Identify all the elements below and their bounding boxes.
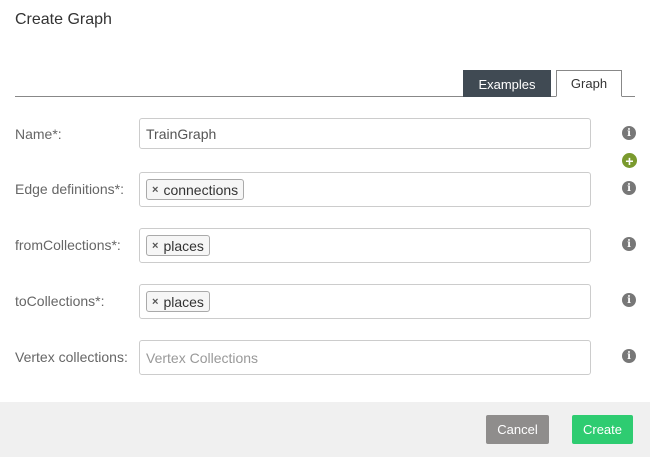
tag: × places [146, 291, 210, 312]
cancel-button[interactable]: Cancel [486, 415, 549, 444]
tag-label: connections [163, 181, 239, 198]
info-icon[interactable]: i [622, 181, 636, 195]
tab-bar: Examples Graph [463, 70, 622, 97]
info-icon[interactable]: i [622, 349, 636, 363]
close-icon[interactable]: × [152, 184, 158, 196]
plus-circle-icon[interactable]: + [622, 153, 637, 168]
from-collections-input[interactable]: × places [139, 228, 591, 263]
name-label: Name*: [15, 126, 62, 142]
tag: × places [146, 235, 210, 256]
dialog-title: Create Graph [15, 11, 112, 28]
info-icon[interactable]: i [622, 293, 636, 307]
info-icon[interactable]: i [622, 237, 636, 251]
vertex-collections-placeholder: Vertex Collections [146, 349, 259, 366]
create-button[interactable]: Create [572, 415, 633, 444]
info-icon[interactable]: i [622, 126, 636, 140]
close-icon[interactable]: × [152, 296, 158, 308]
edge-definitions-label: Edge definitions*: [15, 181, 124, 197]
tab-examples[interactable]: Examples [463, 70, 551, 97]
from-collections-label: fromCollections*: [15, 237, 121, 253]
name-input-value: TrainGraph [146, 125, 217, 142]
to-collections-label: toCollections*: [15, 293, 105, 309]
tag: × connections [146, 179, 245, 200]
to-collections-input[interactable]: × places [139, 284, 591, 319]
edge-definitions-input[interactable]: × connections [139, 172, 591, 207]
dialog-footer: Cancel Create [0, 402, 650, 457]
tag-label: places [163, 293, 204, 310]
vertex-collections-input[interactable]: Vertex Collections [139, 340, 591, 375]
name-input[interactable]: TrainGraph [139, 118, 591, 149]
vertex-collections-label: Vertex collections: [15, 349, 128, 365]
close-icon[interactable]: × [152, 240, 158, 252]
create-graph-dialog: Create Graph Examples Graph Name*: Train… [0, 0, 650, 457]
tag-label: places [163, 237, 204, 254]
tab-graph[interactable]: Graph [556, 70, 622, 97]
